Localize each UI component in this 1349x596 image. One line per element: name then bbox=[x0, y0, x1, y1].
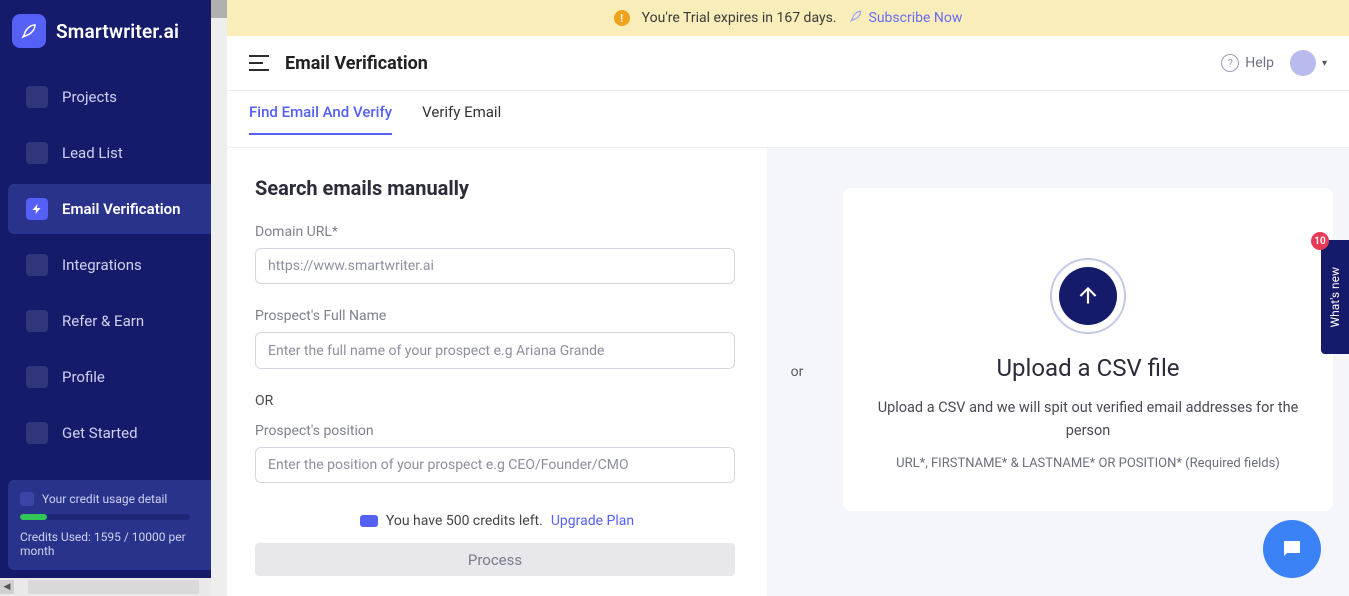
sidebar-item-label: Projects bbox=[62, 88, 117, 106]
upload-meta: URL*, FIRSTNAME* & LASTNAME* OR POSITION… bbox=[873, 456, 1303, 471]
sidebar-item-email-verification[interactable]: Email Verification bbox=[8, 184, 219, 234]
folder-icon bbox=[26, 86, 48, 108]
sidebar-item-label: Email Verification bbox=[62, 200, 181, 218]
content: Search emails manually Domain URL* Prosp… bbox=[227, 148, 1349, 596]
tab-find-verify[interactable]: Find Email And Verify bbox=[249, 103, 392, 135]
credit-icon bbox=[360, 515, 378, 527]
sidebar-item-get-started[interactable]: Get Started bbox=[8, 408, 219, 458]
banner-text: You're Trial expires in 167 days. bbox=[642, 10, 837, 26]
scroll-left-icon[interactable]: ◀ bbox=[0, 580, 14, 594]
trial-banner: ! You're Trial expires in 167 days. Subs… bbox=[227, 0, 1349, 36]
tab-verify-email[interactable]: Verify Email bbox=[422, 103, 501, 135]
process-button[interactable]: Process bbox=[255, 543, 735, 576]
puzzle-icon bbox=[26, 254, 48, 276]
chevron-down-icon: ▾ bbox=[1322, 58, 1327, 69]
sidebar-item-lead-list[interactable]: Lead List bbox=[8, 128, 219, 178]
subscribe-label: Subscribe Now bbox=[869, 10, 963, 26]
whats-new-tab[interactable]: What's new bbox=[1321, 240, 1349, 354]
user-menu[interactable]: ▾ bbox=[1290, 50, 1327, 76]
credits-progress bbox=[20, 514, 190, 520]
upload-desc: Upload a CSV and we will spit out verifi… bbox=[873, 396, 1303, 442]
sidebar-item-label: Profile bbox=[62, 368, 105, 386]
sidebar: Smartwriter.ai Projects Lead List Email … bbox=[0, 0, 227, 596]
warning-icon: ! bbox=[614, 10, 630, 26]
upload-arrow-icon bbox=[1059, 267, 1117, 325]
brand-name: Smartwriter.ai bbox=[56, 20, 179, 43]
sidebar-nav: Projects Lead List Email Verification In… bbox=[0, 62, 227, 472]
subscribe-link[interactable]: Subscribe Now bbox=[849, 9, 963, 27]
credits-line: You have 500 credits left. Upgrade Plan bbox=[255, 513, 739, 529]
whats-new-label: What's new bbox=[1328, 267, 1342, 328]
chat-fab[interactable] bbox=[1263, 520, 1321, 578]
chat-icon bbox=[1280, 537, 1304, 561]
credit-card-icon bbox=[20, 492, 34, 506]
whats-new-badge: 10 bbox=[1311, 232, 1329, 250]
upload-title: Upload a CSV file bbox=[873, 354, 1303, 382]
sidebar-item-projects[interactable]: Projects bbox=[8, 72, 219, 122]
sidebar-item-label: Lead List bbox=[62, 144, 123, 162]
sidebar-item-refer-earn[interactable]: Refer & Earn bbox=[8, 296, 219, 346]
feather-icon bbox=[849, 9, 863, 27]
sidebar-horizontal-scrollbar[interactable]: ◀ ▶ bbox=[0, 578, 227, 596]
upload-icon-wrap bbox=[1050, 258, 1126, 334]
search-manually-panel: Search emails manually Domain URL* Prosp… bbox=[227, 148, 767, 596]
domain-url-input[interactable] bbox=[255, 248, 735, 284]
prospect-position-label: Prospect's position bbox=[255, 423, 739, 439]
prospect-name-input[interactable] bbox=[255, 332, 735, 368]
help-label: Help bbox=[1245, 55, 1274, 71]
credits-left-text: You have 500 credits left. bbox=[386, 513, 543, 529]
sidebar-item-label: Integrations bbox=[62, 256, 142, 274]
sidebar-item-label: Get Started bbox=[62, 424, 138, 442]
prospect-position-input[interactable] bbox=[255, 447, 735, 483]
credits-detail: Credits Used: 1595 / 10000 per month bbox=[20, 530, 207, 558]
sidebar-scrollbar[interactable] bbox=[211, 0, 227, 596]
brand-logo[interactable]: Smartwriter.ai bbox=[0, 0, 227, 62]
gift-icon bbox=[26, 310, 48, 332]
divider-or: or bbox=[767, 148, 827, 596]
rocket-icon bbox=[26, 422, 48, 444]
credits-card: Your credit usage detail Credits Used: 1… bbox=[8, 480, 219, 570]
domain-url-label: Domain URL* bbox=[255, 224, 739, 240]
form-title: Search emails manually bbox=[255, 176, 739, 200]
avatar bbox=[1290, 50, 1316, 76]
tabs: Find Email And Verify Verify Email bbox=[227, 91, 1349, 148]
page-header: Email Verification ? Help ▾ bbox=[227, 36, 1349, 91]
main: ! You're Trial expires in 167 days. Subs… bbox=[227, 0, 1349, 596]
or-text: OR bbox=[255, 393, 739, 409]
page-title: Email Verification bbox=[285, 53, 428, 74]
upload-csv-card[interactable]: Upload a CSV file Upload a CSV and we wi… bbox=[843, 188, 1333, 511]
feather-icon bbox=[12, 14, 46, 48]
credits-heading: Your credit usage detail bbox=[42, 492, 167, 506]
sidebar-item-integrations[interactable]: Integrations bbox=[8, 240, 219, 290]
help-link[interactable]: ? Help bbox=[1221, 54, 1274, 72]
bolt-icon bbox=[26, 198, 48, 220]
user-icon bbox=[26, 366, 48, 388]
sidebar-item-profile[interactable]: Profile bbox=[8, 352, 219, 402]
sidebar-item-label: Refer & Earn bbox=[62, 312, 144, 330]
upgrade-plan-link[interactable]: Upgrade Plan bbox=[551, 513, 634, 529]
menu-toggle-icon[interactable] bbox=[249, 55, 269, 71]
help-icon: ? bbox=[1221, 54, 1239, 72]
diamond-icon bbox=[26, 142, 48, 164]
prospect-name-label: Prospect's Full Name bbox=[255, 308, 739, 324]
